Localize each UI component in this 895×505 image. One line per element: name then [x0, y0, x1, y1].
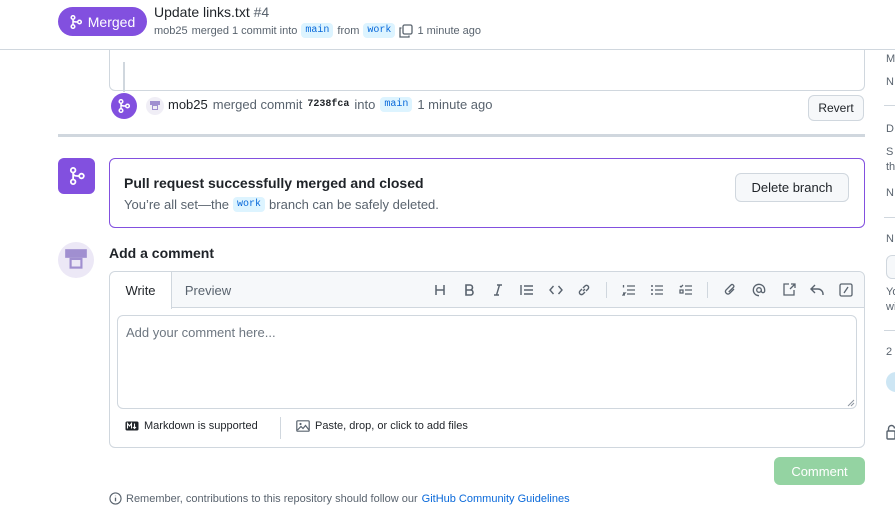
identicon-icon [65, 249, 87, 269]
reply-icon[interactable] [808, 281, 826, 299]
sidebar-text-fragment: N [886, 187, 894, 199]
sidebar-text-fragment: N [886, 76, 894, 88]
pr-sticky-header: Merged Update links.txt #4 mob25 merged … [0, 0, 895, 50]
delete-branch-button[interactable]: Delete branch [735, 173, 849, 202]
merged-status-title: Pull request successfully merged and clo… [124, 175, 424, 191]
add-files-note[interactable]: Paste, drop, or click to add files [296, 420, 468, 432]
merged-status-icon [58, 158, 95, 194]
ordered-list-icon[interactable] [620, 281, 638, 299]
markdown-icon [125, 421, 139, 431]
footer-divider [280, 417, 281, 439]
git-merge-icon [70, 14, 82, 29]
bold-icon[interactable] [460, 281, 478, 299]
markdown-note-label: Markdown is supported [144, 420, 258, 432]
markdown-note[interactable]: Markdown is supported [125, 420, 258, 432]
commit-sha-link[interactable]: 7238fca [307, 99, 349, 110]
link-icon[interactable] [575, 281, 593, 299]
sidebar-text-fragment: wi [886, 301, 895, 313]
merged-desc-before: You’re all set—the [124, 197, 230, 212]
tab-write[interactable]: Write [110, 272, 172, 309]
quote-icon[interactable] [518, 281, 536, 299]
merged-state-badge: Merged [58, 7, 147, 36]
merge-event-icon [111, 93, 137, 119]
merge-event-text: mob25 merged commit 7238fca into main 1 … [168, 97, 493, 112]
pr-title-text: Update links.txt [154, 4, 250, 20]
heading-icon[interactable] [431, 281, 449, 299]
sidebar-select[interactable] [886, 255, 895, 279]
merged-status-box: Pull request successfully merged and clo… [109, 158, 865, 228]
head-branch[interactable]: work [363, 23, 396, 38]
sidebar-text-fragment: 2 [886, 346, 893, 358]
event-user-link[interactable]: mob25 [168, 97, 208, 112]
current-user-avatar[interactable] [58, 242, 94, 278]
sidebar-divider [884, 105, 895, 106]
pr-time[interactable]: 1 minute ago [417, 25, 481, 37]
attach-icon[interactable] [721, 281, 739, 299]
merged-status-description: You’re all set—the work branch can be sa… [124, 197, 439, 212]
task-list-icon[interactable] [677, 281, 695, 299]
sidebar-text-fragment: th [886, 161, 895, 173]
add-files-label: Paste, drop, or click to add files [315, 420, 468, 432]
toolbar-divider [707, 282, 708, 298]
timeline-line [123, 62, 125, 92]
italic-icon[interactable] [489, 281, 507, 299]
participant-avatar[interactable] [886, 372, 895, 392]
event-branch[interactable]: main [380, 97, 413, 112]
event-action: merged commit [212, 97, 303, 112]
comment-submit-button[interactable]: Comment [774, 457, 865, 485]
add-comment-heading: Add a comment [109, 245, 215, 261]
slash-commands-icon[interactable] [837, 281, 855, 299]
event-into: into [354, 97, 376, 112]
sidebar-text-fragment: Yo [886, 286, 895, 298]
sidebar-text-fragment: N [886, 233, 894, 245]
merged-text: merged 1 commit into [191, 24, 298, 37]
merged-desc-after: branch can be safely deleted. [269, 197, 439, 212]
comment-placeholder: Add your comment here... [126, 325, 276, 340]
reference-icon[interactable] [780, 281, 798, 299]
avatar[interactable] [146, 97, 164, 115]
comment-editor: Write Preview Add your comment here... M… [109, 271, 865, 448]
sidebar-divider [884, 217, 895, 218]
from-text: from [337, 24, 360, 37]
git-merge-icon [118, 99, 130, 113]
timeline-divider [58, 134, 865, 137]
sidebar-text-fragment: M [886, 53, 895, 65]
pr-title: Update links.txt #4 [154, 4, 269, 20]
pr-meta: mob25 merged 1 commit into main from wor… [154, 23, 481, 38]
unordered-list-icon[interactable] [648, 281, 666, 299]
mention-icon[interactable] [750, 281, 768, 299]
identicon-icon [150, 101, 160, 110]
editor-tabbar: Write Preview [110, 272, 864, 309]
merged-badge-label: Merged [87, 13, 136, 30]
git-merge-icon [69, 167, 85, 185]
lock-icon[interactable] [886, 424, 895, 440]
sidebar-text-fragment: D [886, 123, 894, 135]
image-icon [296, 420, 310, 432]
sidebar-text-fragment: S [886, 146, 894, 158]
sidebar-divider [884, 330, 895, 331]
toolbar-divider [606, 282, 607, 298]
pr-number: #4 [253, 4, 270, 20]
code-icon[interactable] [547, 281, 565, 299]
tab-preview[interactable]: Preview [176, 272, 240, 308]
copy-icon[interactable] [399, 23, 414, 38]
base-branch[interactable]: main [301, 23, 334, 38]
resize-handle-icon[interactable] [847, 399, 855, 407]
merged-desc-branch: work [233, 197, 266, 212]
comment-textarea[interactable]: Add your comment here... [117, 315, 857, 409]
event-time[interactable]: 1 minute ago [417, 97, 492, 112]
author-link[interactable]: mob25 [154, 25, 188, 37]
revert-button[interactable]: Revert [808, 95, 864, 121]
